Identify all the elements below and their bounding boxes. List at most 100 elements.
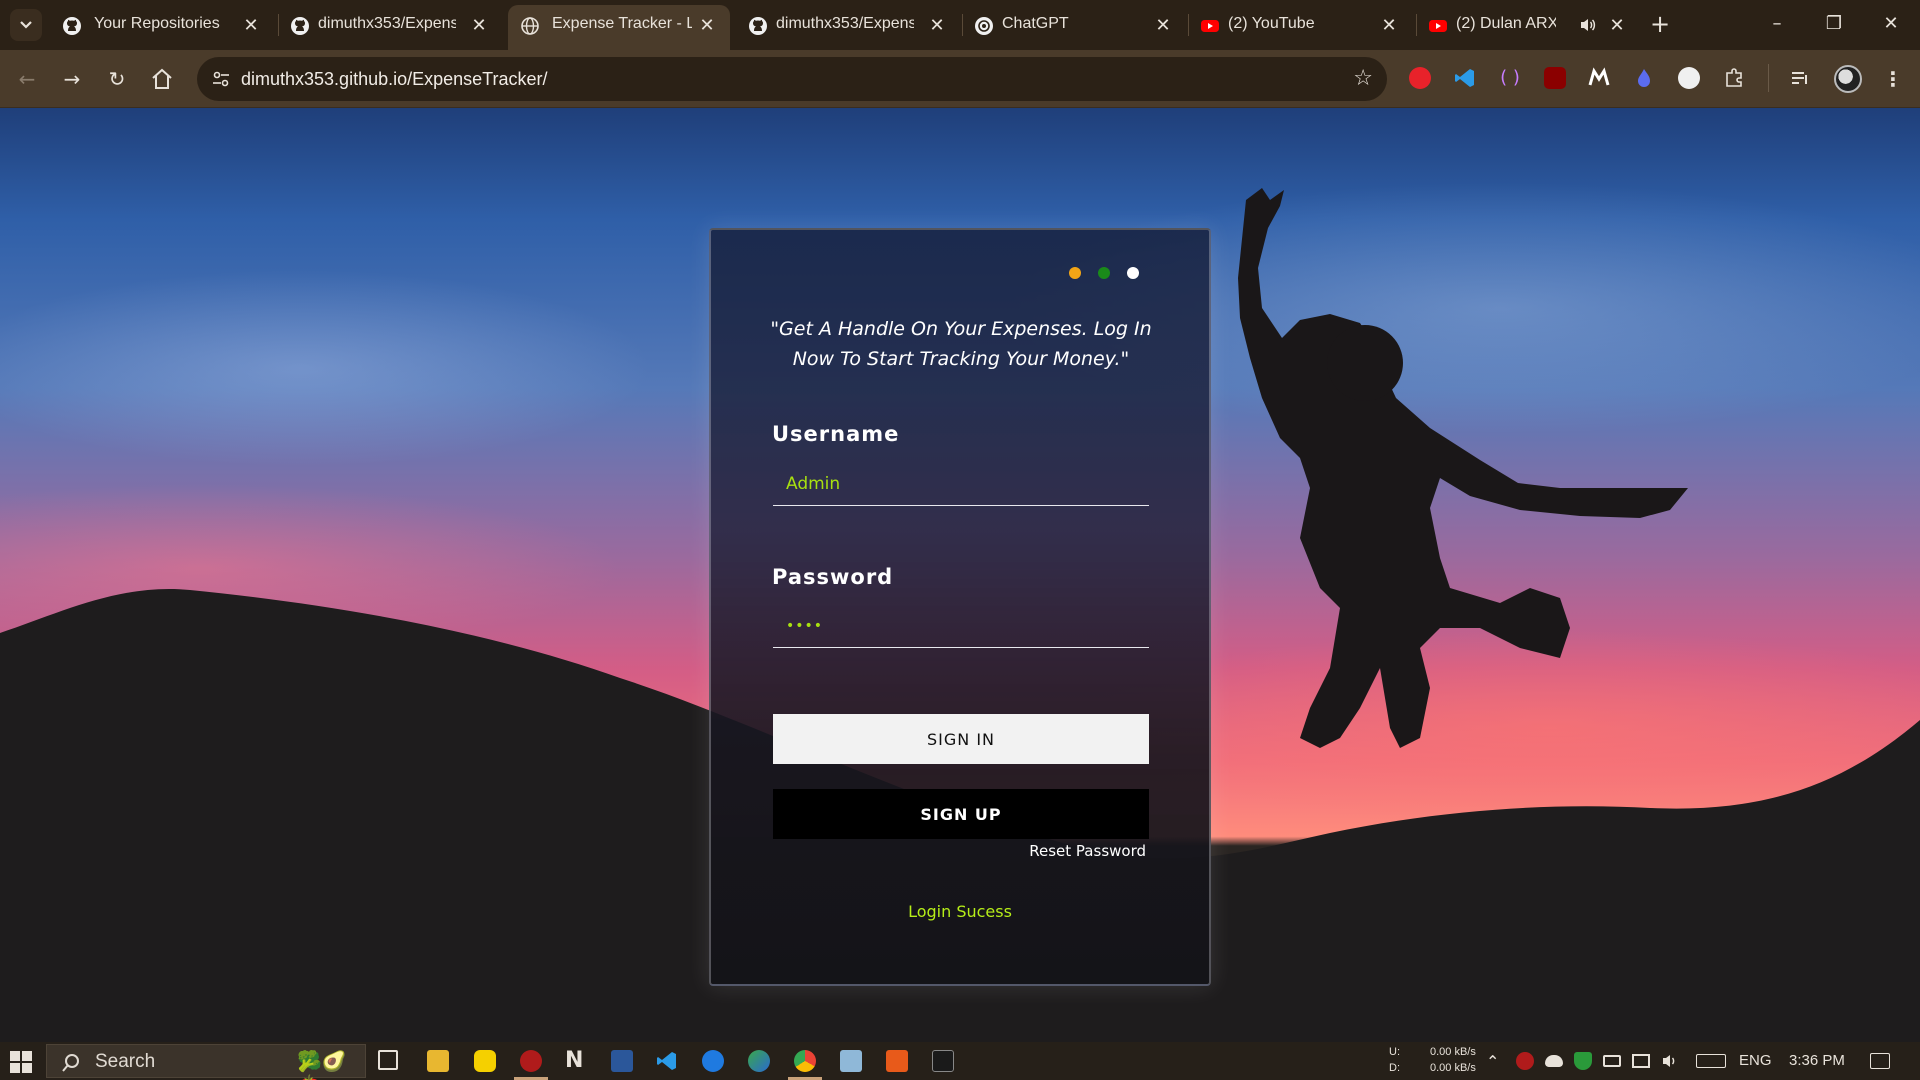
tab-youtube-playing[interactable]: (2) Dulan ARX - N ✕ (1416, 7, 1638, 43)
edge-icon[interactable] (748, 1050, 770, 1072)
tab-repo-expense-2[interactable]: dimuthx353/Expense ✕ (736, 7, 956, 43)
ublock-origin-icon[interactable] (1544, 67, 1566, 89)
notion-icon[interactable]: N (565, 1050, 587, 1072)
m-extension-icon[interactable] (1588, 67, 1610, 89)
tab-repo-expense-1[interactable]: dimuthx353/Expense ✕ (278, 7, 498, 43)
address-bar[interactable]: dimuthx353.github.io/ExpenseTracker/ ☆ (197, 57, 1387, 101)
chrome-icon[interactable] (794, 1050, 816, 1072)
youtube-icon (1429, 20, 1447, 32)
notifications-icon[interactable] (1870, 1053, 1890, 1069)
tab-your-repositories[interactable]: Your Repositories ✕ (50, 7, 270, 43)
net-download-label: D: (1389, 1062, 1400, 1074)
window-close-icon[interactable]: ✕ (1877, 10, 1905, 38)
speaker-icon[interactable] (1579, 16, 1597, 34)
battery-icon[interactable] (1603, 1055, 1621, 1067)
photos-icon[interactable] (840, 1050, 862, 1072)
windows-start-icon[interactable] (10, 1051, 32, 1073)
close-icon[interactable]: ✕ (1152, 12, 1174, 38)
puzzle-extensions-icon[interactable] (1723, 67, 1745, 89)
reset-password-link[interactable]: Reset Password (1029, 842, 1146, 860)
page-background: "Get A Handle On Your Expenses. Log In N… (0, 108, 1920, 1042)
github-icon (749, 17, 767, 35)
terminal-icon[interactable] (932, 1050, 954, 1072)
close-icon[interactable]: ✕ (926, 12, 948, 38)
close-icon[interactable]: ✕ (468, 12, 490, 38)
avatar[interactable] (1834, 65, 1862, 93)
profile-extension-icon[interactable] (1678, 67, 1700, 89)
vscode-icon[interactable] (656, 1050, 678, 1072)
username-field[interactable] (773, 462, 1149, 506)
vegetables-highlight-icon: 🥦🥑🍅 (297, 1049, 347, 1080)
word-icon[interactable] (611, 1050, 633, 1072)
browser-blue-icon[interactable] (702, 1050, 724, 1072)
tab-title: Your Repositories (94, 15, 220, 32)
close-icon[interactable]: ✕ (240, 12, 262, 38)
forward-icon[interactable]: → (59, 66, 85, 92)
minimize-icon[interactable]: – (1763, 10, 1791, 38)
reload-icon[interactable]: ↻ (104, 66, 130, 92)
dot-white (1127, 267, 1139, 279)
window-dots (1057, 264, 1139, 279)
chevron-up-icon[interactable]: ⌃ (1486, 1052, 1504, 1071)
ublock-extension-icon[interactable] (1409, 67, 1431, 89)
windows-taskbar: Search 🥦🥑🍅 N U: D: 0.00 kB/s 0.00 kB/s ⌃… (0, 1042, 1920, 1080)
tab-expense-tracker[interactable]: Expense Tracker - Lo ✕ (508, 5, 730, 50)
dot-orange (1068, 267, 1081, 279)
chevron-down-icon (20, 21, 32, 29)
sign-up-button[interactable]: SIGN UP (773, 789, 1149, 839)
username-label: Username (772, 422, 900, 446)
browser-toolbar: ← → ↻ dimuthx353.github.io/ExpenseTracke… (0, 50, 1920, 108)
globe-icon (521, 17, 539, 35)
volume-icon[interactable] (1661, 1052, 1679, 1070)
browser-tab-strip: Your Repositories ✕ dimuthx353/Expense ✕… (0, 0, 1920, 50)
onedrive-icon[interactable] (1545, 1055, 1563, 1067)
login-card: "Get A Handle On Your Expenses. Log In N… (709, 228, 1211, 986)
kebab-menu-icon[interactable]: ⋮ (1880, 66, 1906, 92)
close-icon[interactable]: ✕ (1378, 12, 1400, 38)
new-tab-button[interactable]: + (1650, 11, 1670, 37)
media-controls-icon[interactable] (1789, 67, 1811, 89)
tab-title: Expense Tracker - Lo (552, 15, 692, 32)
back-icon[interactable]: ← (14, 66, 40, 92)
restore-icon[interactable]: ❐ (1820, 10, 1848, 38)
close-icon[interactable]: ✕ (1606, 12, 1628, 38)
tab-title: (2) YouTube (1228, 15, 1315, 32)
app-red-icon[interactable] (520, 1050, 542, 1072)
brackets-extension-icon[interactable]: ( ) (1499, 67, 1521, 89)
url-text[interactable]: dimuthx353.github.io/ExpenseTracker/ (241, 69, 548, 90)
close-icon[interactable]: ✕ (696, 12, 718, 38)
password-field[interactable]: •••• (773, 604, 1149, 648)
tab-title: dimuthx353/Expense (318, 15, 456, 32)
net-download-value: 0.00 kB/s (1430, 1062, 1476, 1074)
youtube-icon (1201, 20, 1219, 32)
network-icon[interactable] (1632, 1054, 1650, 1068)
sign-in-button[interactable]: SIGN IN (773, 714, 1149, 764)
language-indicator[interactable]: ENG (1739, 1052, 1772, 1069)
taskbar-search-box[interactable]: Search 🥦🥑🍅 (46, 1044, 366, 1080)
typora-icon[interactable] (886, 1050, 908, 1072)
dot-green (1097, 267, 1110, 279)
tab-title: (2) Dulan ARX - N (1456, 15, 1556, 32)
net-upload-value: 0.00 kB/s (1430, 1046, 1476, 1058)
tab-title: dimuthx353/Expense (776, 15, 914, 32)
flame-extension-icon[interactable] (1633, 67, 1655, 89)
tab-title: ChatGPT (1002, 15, 1069, 32)
tab-chatgpt[interactable]: ChatGPT ✕ (962, 7, 1182, 43)
tray-app-icon[interactable] (1516, 1052, 1534, 1070)
task-view-icon[interactable] (378, 1050, 398, 1070)
chatgpt-icon (975, 17, 993, 35)
keyboard-icon[interactable] (1696, 1054, 1726, 1068)
vscode-extension-icon[interactable] (1454, 67, 1476, 89)
security-shield-icon[interactable] (1574, 1052, 1592, 1070)
file-explorer-icon[interactable] (427, 1050, 449, 1072)
tab-youtube[interactable]: (2) YouTube ✕ (1188, 7, 1408, 43)
bookmark-star-icon[interactable]: ☆ (1353, 66, 1373, 91)
net-upload-label: U: (1389, 1046, 1400, 1058)
search-icon (62, 1054, 79, 1072)
home-icon[interactable] (149, 66, 175, 92)
clock[interactable]: 3:36 PM (1789, 1052, 1845, 1069)
github-icon (291, 17, 309, 35)
site-info-icon[interactable] (211, 69, 231, 89)
tab-search-button[interactable] (10, 9, 42, 41)
media-player-icon[interactable] (474, 1050, 496, 1072)
